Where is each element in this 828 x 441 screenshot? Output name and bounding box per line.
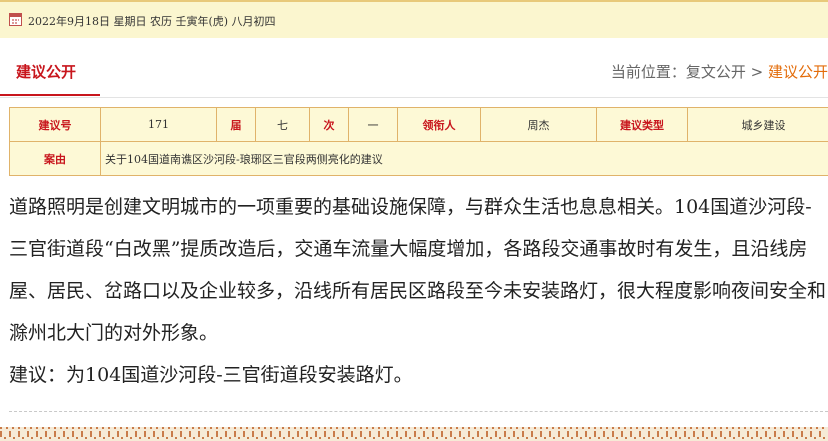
leader-value: 周杰 xyxy=(480,107,597,142)
proposal-number: 171 xyxy=(100,107,217,142)
breadcrumb-link-reply[interactable]: 复文公开 xyxy=(686,63,746,81)
label-subject: 案由 xyxy=(9,141,101,176)
subject-value: 关于104国道南谯区沙河段-琅琊区三官段两侧亮化的建议 xyxy=(100,141,828,176)
proposal-info-table: 建议号 171 届 七 次 一 领衔人 周杰 建议类型 城乡建设 案由 关于10… xyxy=(9,107,828,176)
breadcrumb-current[interactable]: 建议公开 xyxy=(768,63,828,81)
section-nav: 建议公开 当前位置：复文公开 > 建议公开 xyxy=(0,50,828,98)
breadcrumb: 当前位置：复文公开 > 建议公开 xyxy=(611,61,828,82)
breadcrumb-label: 当前位置： xyxy=(610,63,686,81)
label-proposal-number: 建议号 xyxy=(9,107,101,142)
label-leader: 领衔人 xyxy=(397,107,481,142)
date-text: 2022年9月18日 星期日 农历 壬寅年(虎) 八月初四 xyxy=(28,15,276,28)
table-row: 建议号 171 届 七 次 一 领衔人 周杰 建议类型 城乡建设 xyxy=(9,107,828,142)
calendar-icon xyxy=(9,13,22,26)
label-proposal-type: 建议类型 xyxy=(596,107,688,142)
proposal-type-value: 城乡建设 xyxy=(687,107,828,142)
date-bar: 2022年9月18日 星期日 农历 壬寅年(虎) 八月初四 xyxy=(0,0,828,38)
footer-decorative-border xyxy=(0,427,828,441)
divider xyxy=(9,411,828,412)
proposal-content: 道路照明是创建文明城市的一项重要的基础设施保障，与群众生活也息息相关。104国道… xyxy=(9,186,827,396)
table-row: 案由 关于104国道南谯区沙河段-琅琊区三官段两侧亮化的建议 xyxy=(9,141,828,176)
tab-proposal-disclosure[interactable]: 建议公开 xyxy=(0,50,100,96)
breadcrumb-separator: > xyxy=(745,63,768,81)
content-paragraph: 道路照明是创建文明城市的一项重要的基础设施保障，与群众生活也息息相关。104国道… xyxy=(9,196,827,344)
content-paragraph: 建议：为104国道沙河段-三官街道段安装路灯。 xyxy=(9,364,413,386)
label-sitting: 次 xyxy=(309,107,349,142)
session-value: 七 xyxy=(255,107,310,142)
section-title: 建议公开 xyxy=(16,63,77,81)
label-session: 届 xyxy=(216,107,256,142)
sitting-value: 一 xyxy=(348,107,398,142)
